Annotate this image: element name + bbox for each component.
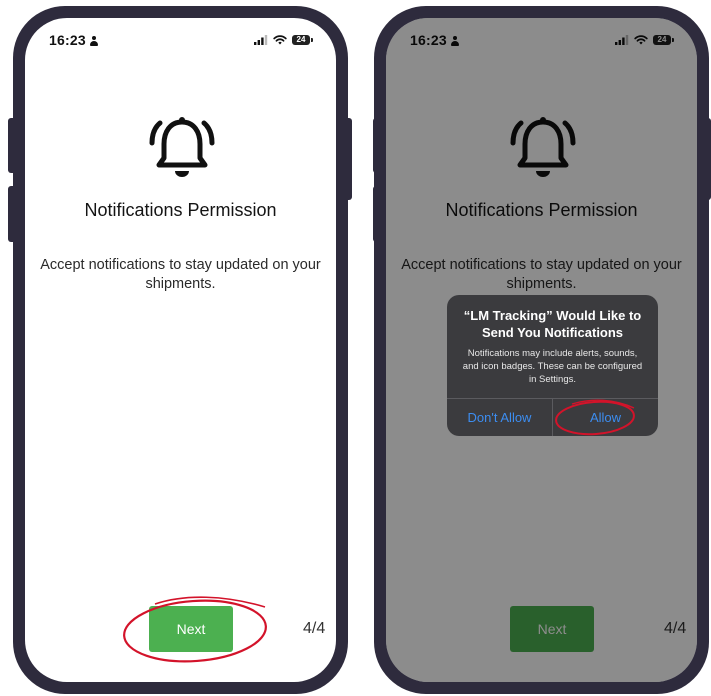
phone-left: 16:23 24 Notifications Permission Accept…: [13, 6, 348, 694]
battery-icon: 24: [292, 35, 313, 45]
alert-message: Notifications may include alerts, sounds…: [462, 348, 643, 385]
page-description: Accept notifications to stay updated on …: [40, 257, 321, 292]
status-bar: 16:23 24: [49, 32, 313, 50]
status-icons: 24: [254, 35, 313, 45]
signal-icon: [254, 35, 268, 45]
dont-allow-button[interactable]: Don't Allow: [447, 399, 552, 436]
alert-title: “LM Tracking” Would Like to Send You Not…: [463, 308, 642, 340]
onboarding-screen: 16:23 24 Notifications Permission Accept…: [25, 18, 336, 682]
time-text: 16:23: [49, 32, 86, 48]
annotation-circle: [555, 399, 635, 436]
annotation-circle: [123, 596, 267, 663]
bell-icon: [149, 117, 215, 177]
wifi-icon: [273, 35, 287, 45]
status-time: 16:23: [49, 32, 99, 48]
person-icon: [89, 36, 99, 47]
onboarding-screen-with-alert: 16:23 24 Notifications Permission Accept…: [386, 18, 697, 682]
phone-right: 16:23 24 Notifications Permission Accept…: [374, 6, 709, 694]
page-indicator: 4/4: [303, 620, 326, 637]
page-title: Notifications Permission: [84, 200, 277, 220]
